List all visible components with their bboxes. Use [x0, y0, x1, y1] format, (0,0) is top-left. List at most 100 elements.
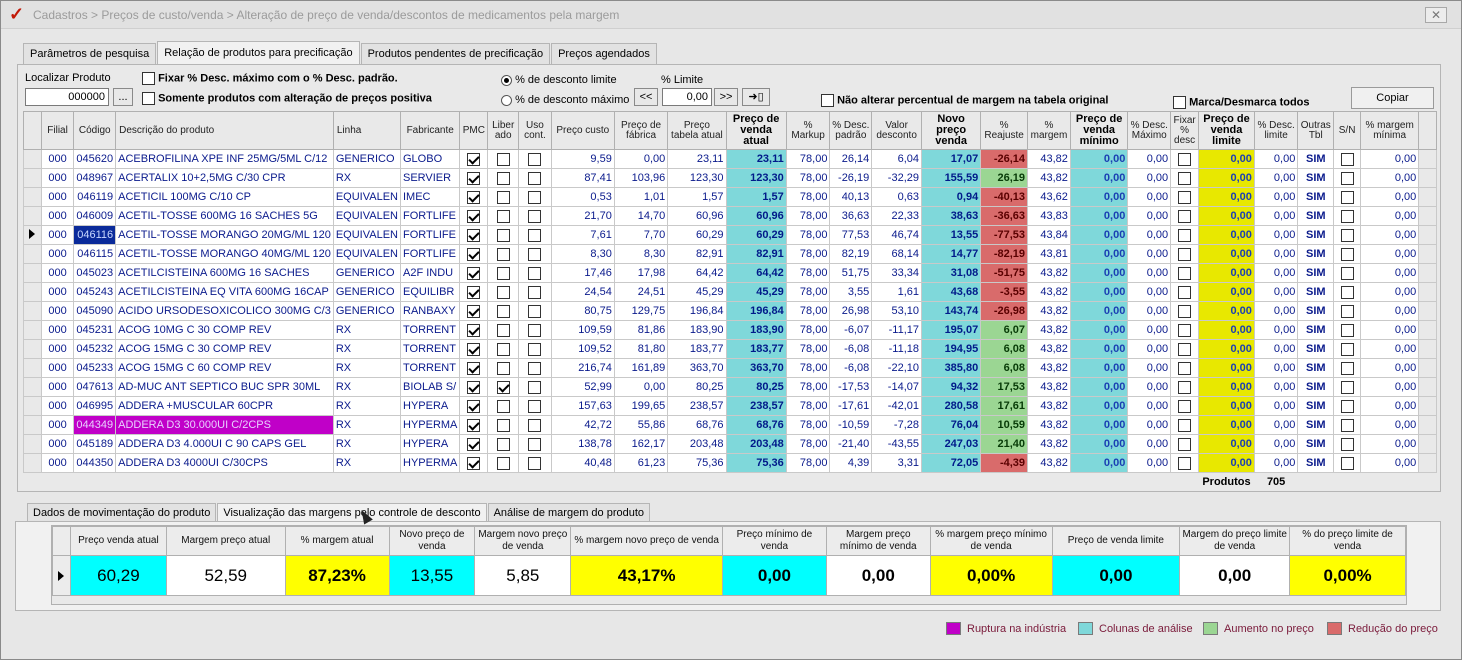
cell-reaj[interactable]: -3,55	[980, 282, 1029, 302]
cell-marg[interactable]: 43,82	[1027, 320, 1071, 340]
cell-descmax[interactable]: 0,00	[1127, 415, 1172, 435]
cell-margmin[interactable]: 0,00	[1359, 263, 1420, 283]
cell-outras[interactable]: SIM	[1297, 149, 1335, 169]
cell-reaj[interactable]: -77,53	[980, 225, 1029, 245]
fixar-checkbox[interactable]	[1178, 190, 1192, 204]
uso-checkbox[interactable]	[528, 304, 542, 318]
tab-visualizacao-margens[interactable]: Visualização das margens pelo controle d…	[217, 503, 487, 523]
cell-uso[interactable]	[518, 187, 552, 207]
cell-pmc[interactable]	[459, 168, 489, 188]
cell-novo[interactable]: 143,74	[920, 301, 982, 321]
cell-minimo[interactable]: 0,00	[1069, 453, 1129, 473]
header-markup[interactable]: % Markup	[785, 111, 831, 150]
cell-venda[interactable]: 82,91	[725, 244, 787, 264]
cell-fab[interactable]: RANBAXY	[399, 301, 461, 321]
mark-all-option[interactable]: Marca/Desmarca todos	[1173, 96, 1310, 109]
cell-sn[interactable]	[1333, 358, 1361, 378]
sn-checkbox[interactable]	[1340, 399, 1354, 413]
cell-reaj[interactable]: 6,07	[980, 320, 1029, 340]
cell-limite[interactable]: 0,00	[1198, 149, 1255, 169]
pmc-checkbox[interactable]	[467, 228, 481, 242]
cell-desc[interactable]: ACETIL-TOSSE MORANGO 40MG/ML 120	[115, 244, 334, 264]
tab-analise-margem[interactable]: Análise de margem do produto	[487, 503, 651, 523]
cell-custo[interactable]: 52,99	[550, 377, 615, 397]
cell-fixar[interactable]	[1170, 434, 1200, 454]
cell-desclim[interactable]: 0,00	[1253, 263, 1299, 283]
cell-minimo[interactable]: 0,00	[1069, 396, 1129, 416]
fixar-checkbox[interactable]	[1178, 418, 1192, 432]
sn-checkbox[interactable]	[1340, 437, 1354, 451]
cell-fab[interactable]: EQUILIBR	[399, 282, 461, 302]
cell-linha[interactable]: EQUIVALEN	[332, 244, 402, 264]
fixar-checkbox[interactable]	[1178, 399, 1192, 413]
cell-margmin[interactable]: 0,00	[1359, 187, 1420, 207]
uso-checkbox[interactable]	[528, 285, 542, 299]
cell-valdesc[interactable]: 6,04	[871, 149, 922, 169]
cell-outras[interactable]: SIM	[1297, 263, 1335, 283]
cell-markup[interactable]: 78,00	[785, 320, 831, 340]
cell-margmin[interactable]: 0,00	[1359, 396, 1420, 416]
cell-novo[interactable]: 17,07	[920, 149, 982, 169]
uso-checkbox[interactable]	[528, 418, 542, 432]
cell-venda[interactable]: 75,36	[725, 453, 787, 473]
cell-valdesc[interactable]: 3,31	[871, 453, 922, 473]
cell-valdesc[interactable]: -11,17	[871, 320, 922, 340]
cell-reaj[interactable]: 17,53	[980, 377, 1029, 397]
uso-checkbox[interactable]	[528, 266, 542, 280]
uso-checkbox[interactable]	[528, 342, 542, 356]
cell-outras[interactable]: SIM	[1297, 168, 1335, 188]
cell-valdesc[interactable]: -32,29	[871, 168, 922, 188]
cell-minimo[interactable]: 0,00	[1069, 339, 1129, 359]
cell-markup[interactable]: 78,00	[785, 358, 831, 378]
cell-desc[interactable]: ADDERA D3 4000UI C/30CPS	[115, 453, 334, 473]
cell-filial[interactable]: 000	[40, 339, 75, 359]
cell-custo[interactable]: 17,46	[550, 263, 615, 283]
cell-tabela[interactable]: 363,70	[667, 358, 727, 378]
close-button[interactable]: ✕	[1425, 7, 1447, 23]
cell-fab[interactable]: TORRENT	[399, 339, 461, 359]
cell-codigo[interactable]: 045023	[73, 263, 117, 283]
cell-venda[interactable]: 60,29	[725, 225, 787, 245]
cell-codigo[interactable]: 045243	[73, 282, 117, 302]
cell-outras[interactable]: SIM	[1297, 282, 1335, 302]
cell-valdesc[interactable]: -7,28	[871, 415, 922, 435]
cell-margmin[interactable]: 0,00	[1359, 320, 1420, 340]
cell-pmc[interactable]	[459, 244, 489, 264]
cell-reaj[interactable]: 6,08	[980, 339, 1029, 359]
fixar-checkbox[interactable]	[1178, 152, 1192, 166]
cell-sn[interactable]	[1333, 301, 1361, 321]
cell-tabela[interactable]: 123,30	[667, 168, 727, 188]
cell-marg[interactable]: 43,82	[1027, 168, 1071, 188]
cell-markup[interactable]: 78,00	[785, 149, 831, 169]
cell-reaj[interactable]: -82,19	[980, 244, 1029, 264]
cell-descmax[interactable]: 0,00	[1127, 263, 1172, 283]
cell-desc[interactable]: ACOG 10MG C 30 COMP REV	[115, 320, 334, 340]
cell-custo[interactable]: 157,63	[550, 396, 615, 416]
cell-limite[interactable]: 0,00	[1198, 396, 1255, 416]
cell-marg[interactable]: 43,82	[1027, 149, 1071, 169]
row-indicator[interactable]	[23, 377, 42, 397]
cell-desclim[interactable]: 0,00	[1253, 206, 1299, 226]
cell-tabela[interactable]: 75,36	[667, 453, 727, 473]
cell-pmc[interactable]	[459, 358, 489, 378]
copy-button[interactable]: Copiar	[1351, 87, 1434, 109]
cell-limite[interactable]: 0,00	[1198, 244, 1255, 264]
cell-limite[interactable]: 0,00	[1198, 282, 1255, 302]
cell-codigo[interactable]: 046116	[73, 225, 117, 245]
cell-valdesc[interactable]: -43,55	[871, 434, 922, 454]
cell-fixar[interactable]	[1170, 149, 1200, 169]
header-desc-padrao[interactable]: % Desc. padrão	[829, 111, 873, 150]
cell-valdesc[interactable]: 1,61	[871, 282, 922, 302]
cell-valdesc[interactable]: 53,10	[871, 301, 922, 321]
cell-margmin[interactable]: 0,00	[1359, 339, 1420, 359]
cell-markup[interactable]: 78,00	[785, 339, 831, 359]
cell-reaj[interactable]: 10,59	[980, 415, 1029, 435]
cell-novo[interactable]: 76,04	[920, 415, 982, 435]
row-indicator[interactable]	[23, 225, 42, 245]
cell-venda[interactable]: 363,70	[725, 358, 787, 378]
cell-lib[interactable]	[487, 149, 520, 169]
cell-limite[interactable]: 0,00	[1198, 358, 1255, 378]
cell-descmax[interactable]: 0,00	[1127, 320, 1172, 340]
cell-venda[interactable]: 80,25	[725, 377, 787, 397]
cell-filial[interactable]: 000	[40, 149, 75, 169]
